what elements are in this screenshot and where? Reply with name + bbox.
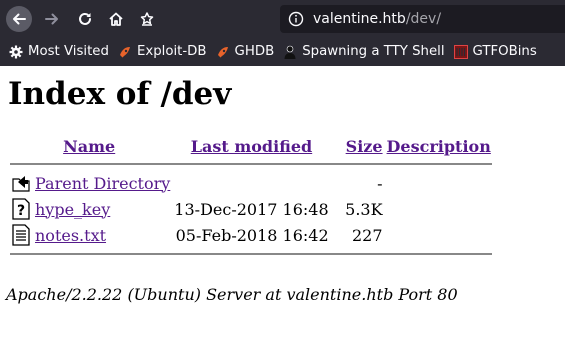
table-row: notes.txt 05-Feb-2018 16:42 227 xyxy=(10,223,492,247)
page-title: Index of /dev xyxy=(8,76,232,112)
name-header: Name xyxy=(34,136,171,157)
page-content: Index of /dev Name Last modified Size De… xyxy=(0,66,565,341)
bookmark-most-visited[interactable]: Most Visited xyxy=(9,44,109,59)
ghdb-icon xyxy=(216,45,230,59)
star-shield-icon xyxy=(140,12,154,26)
file-link-hype-key[interactable]: hype_key xyxy=(35,200,110,219)
table-row: Parent Directory - xyxy=(10,171,492,195)
gear-icon xyxy=(9,45,23,59)
description-header: Description xyxy=(386,136,492,157)
bookmark-ghdb[interactable]: GHDB xyxy=(216,44,275,59)
icon-header xyxy=(10,136,32,157)
gtfobins-icon xyxy=(453,44,468,59)
directory-listing: Name Last modified Size Description Pare… xyxy=(8,134,494,261)
unknown-file-icon: ? xyxy=(11,198,31,220)
bookmark-gtfobins[interactable]: GTFOBins xyxy=(453,44,537,59)
tracking-protection-button[interactable] xyxy=(134,6,160,32)
modified-cell: 05-Feb-2018 16:42 xyxy=(175,225,329,245)
reload-icon xyxy=(79,12,91,25)
bookmark-label: GHDB xyxy=(234,44,275,59)
bookmark-label: Spawning a TTY Shell xyxy=(302,44,445,59)
home-button[interactable] xyxy=(103,6,129,32)
modified-cell: 13-Dec-2017 16:48 xyxy=(174,199,329,219)
bookmarks-toolbar: Most Visited Exploit-DB GHDB Spawning a … xyxy=(0,37,565,66)
reload-button[interactable] xyxy=(72,6,98,32)
sort-by-size-link[interactable]: Size xyxy=(346,137,383,156)
file-link-notes-txt[interactable]: notes.txt xyxy=(35,226,106,245)
url-path: /dev/ xyxy=(405,11,442,27)
sort-by-description-link[interactable]: Description xyxy=(387,137,491,156)
description-cell xyxy=(386,223,492,247)
bookmark-label: GTFOBins xyxy=(472,44,537,59)
server-signature: Apache/2.2.22 (Ubuntu) Server at valenti… xyxy=(6,285,458,304)
url-host: valentine.htb xyxy=(313,11,406,27)
svg-text:?: ? xyxy=(17,203,25,219)
info-icon[interactable] xyxy=(288,11,304,27)
back-button[interactable] xyxy=(6,6,32,32)
terminal-user-icon xyxy=(283,45,297,59)
bookmark-label: Exploit-DB xyxy=(136,44,207,59)
home-icon xyxy=(109,12,123,26)
divider xyxy=(10,252,492,255)
bookmark-exploit-db[interactable]: Exploit-DB xyxy=(118,44,207,59)
bookmark-label: Most Visited xyxy=(28,44,109,59)
forward-button[interactable] xyxy=(39,6,65,32)
sort-by-name-link[interactable]: Name xyxy=(63,137,115,156)
exploit-db-icon xyxy=(118,45,132,59)
separator-row xyxy=(10,159,492,169)
address-bar[interactable]: valentine.htb/dev/ xyxy=(280,5,565,33)
description-cell xyxy=(386,171,492,195)
arrow-left-icon xyxy=(13,13,26,25)
bookmark-spawning-tty-shell[interactable]: Spawning a TTY Shell xyxy=(283,44,445,59)
description-cell xyxy=(386,197,492,221)
divider xyxy=(10,162,492,165)
navigation-toolbar: valentine.htb/dev/ xyxy=(0,0,565,37)
header-row: Name Last modified Size Description xyxy=(10,136,492,157)
modified-cell xyxy=(173,171,329,195)
last-modified-header: Last modified xyxy=(173,136,329,157)
back-folder-icon xyxy=(11,172,31,194)
size-cell: 227 xyxy=(352,225,383,245)
arrow-right-icon xyxy=(45,13,58,25)
size-header: Size xyxy=(332,136,384,157)
size-cell: - xyxy=(377,173,383,193)
browser-chrome: valentine.htb/dev/ Most Visited Exploit-… xyxy=(0,0,565,66)
url-text: valentine.htb/dev/ xyxy=(313,11,441,27)
parent-directory-link[interactable]: Parent Directory xyxy=(35,174,170,193)
size-cell: 5.3K xyxy=(345,199,383,219)
separator-row xyxy=(10,249,492,259)
table-row: ? hype_key 13-Dec-2017 16:48 5.3K xyxy=(10,197,492,221)
text-file-icon xyxy=(11,224,31,246)
sort-by-last-modified-link[interactable]: Last modified xyxy=(191,137,312,156)
